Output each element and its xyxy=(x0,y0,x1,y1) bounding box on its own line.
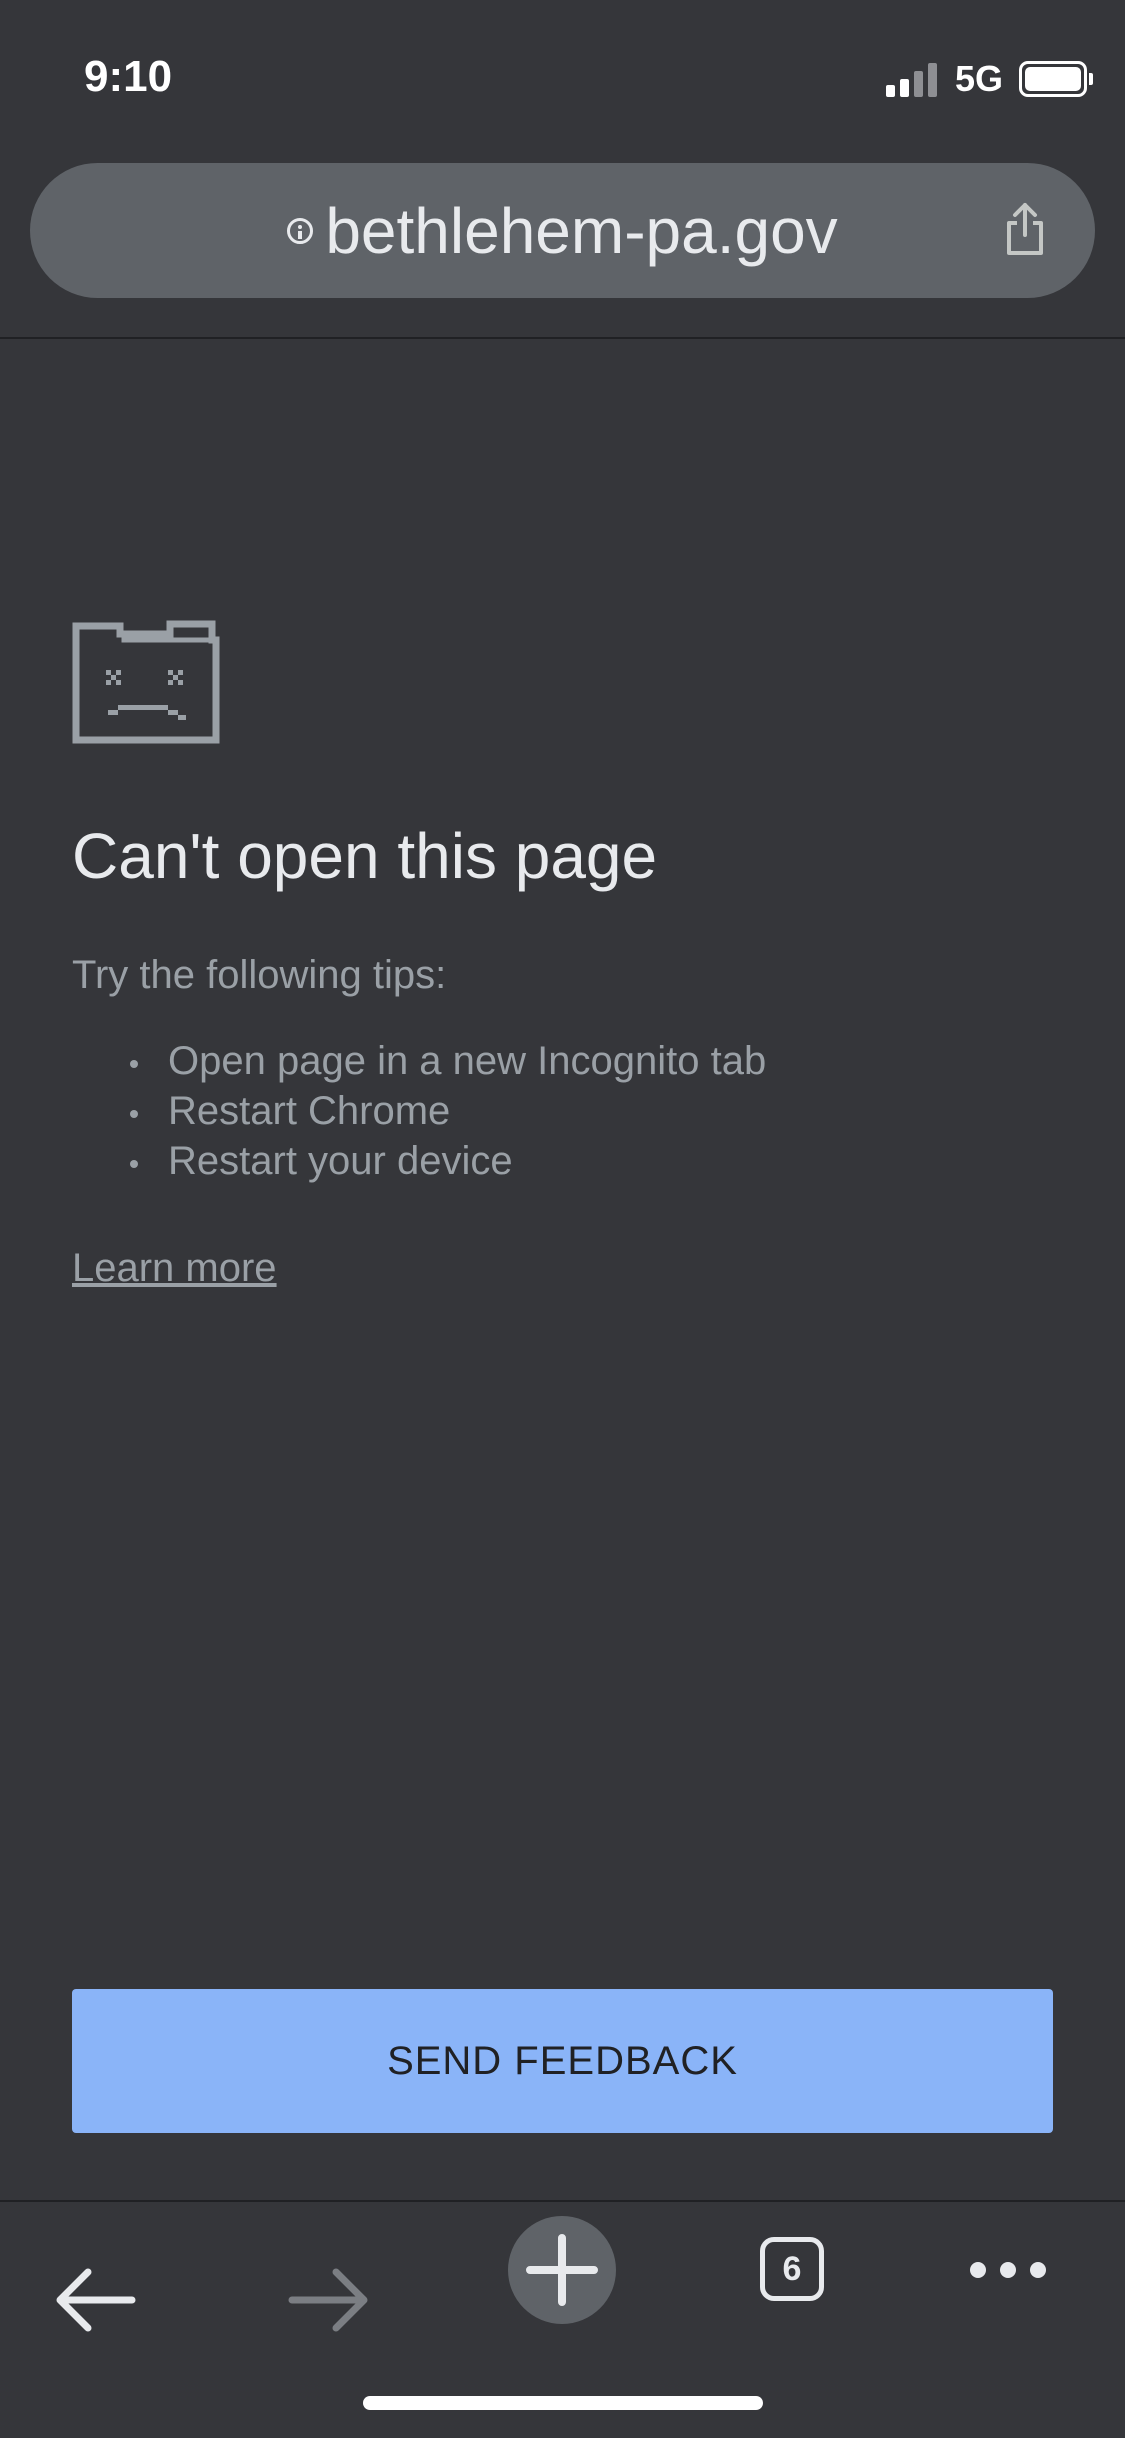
sad-folder-icon xyxy=(72,620,220,744)
forward-arrow-icon[interactable] xyxy=(286,2260,372,2340)
info-icon[interactable] xyxy=(287,217,314,244)
tips-label: Try the following tips: xyxy=(72,953,447,997)
top-bar: 9:10 5G bethlehem-pa.gov xyxy=(0,0,1125,339)
new-tab-button[interactable] xyxy=(508,2216,616,2324)
network-type: 5G xyxy=(954,58,1003,99)
list-item: Restart your device xyxy=(130,1136,1052,1186)
url-display[interactable]: bethlehem-pa.gov xyxy=(30,163,1095,298)
home-indicator[interactable] xyxy=(363,2396,763,2410)
page-title: Can't open this page xyxy=(72,820,658,892)
tips-list: Open page in a new Incognito tab Restart… xyxy=(72,1036,1052,1186)
list-item: Open page in a new Incognito tab xyxy=(130,1036,1052,1086)
share-icon[interactable] xyxy=(995,199,1055,259)
send-feedback-button[interactable]: SEND FEEDBACK xyxy=(72,1989,1053,2133)
signal-icon xyxy=(885,61,937,97)
more-dots-icon[interactable] xyxy=(968,2250,1048,2290)
back-arrow-icon[interactable] xyxy=(52,2260,138,2340)
error-content: Can't open this page Try the following t… xyxy=(72,620,1052,1291)
omnibox[interactable]: bethlehem-pa.gov xyxy=(30,163,1095,298)
plus-icon xyxy=(526,2234,598,2306)
status-time: 9:10 xyxy=(84,52,173,101)
tab-switcher-button[interactable]: 6 xyxy=(760,2237,824,2301)
list-item: Restart Chrome xyxy=(130,1086,1052,1136)
battery-icon xyxy=(1019,61,1093,97)
status-indicators: 5G xyxy=(885,58,1093,100)
url-text: bethlehem-pa.gov xyxy=(325,194,838,267)
learn-more-link[interactable]: Learn more xyxy=(72,1246,277,1291)
